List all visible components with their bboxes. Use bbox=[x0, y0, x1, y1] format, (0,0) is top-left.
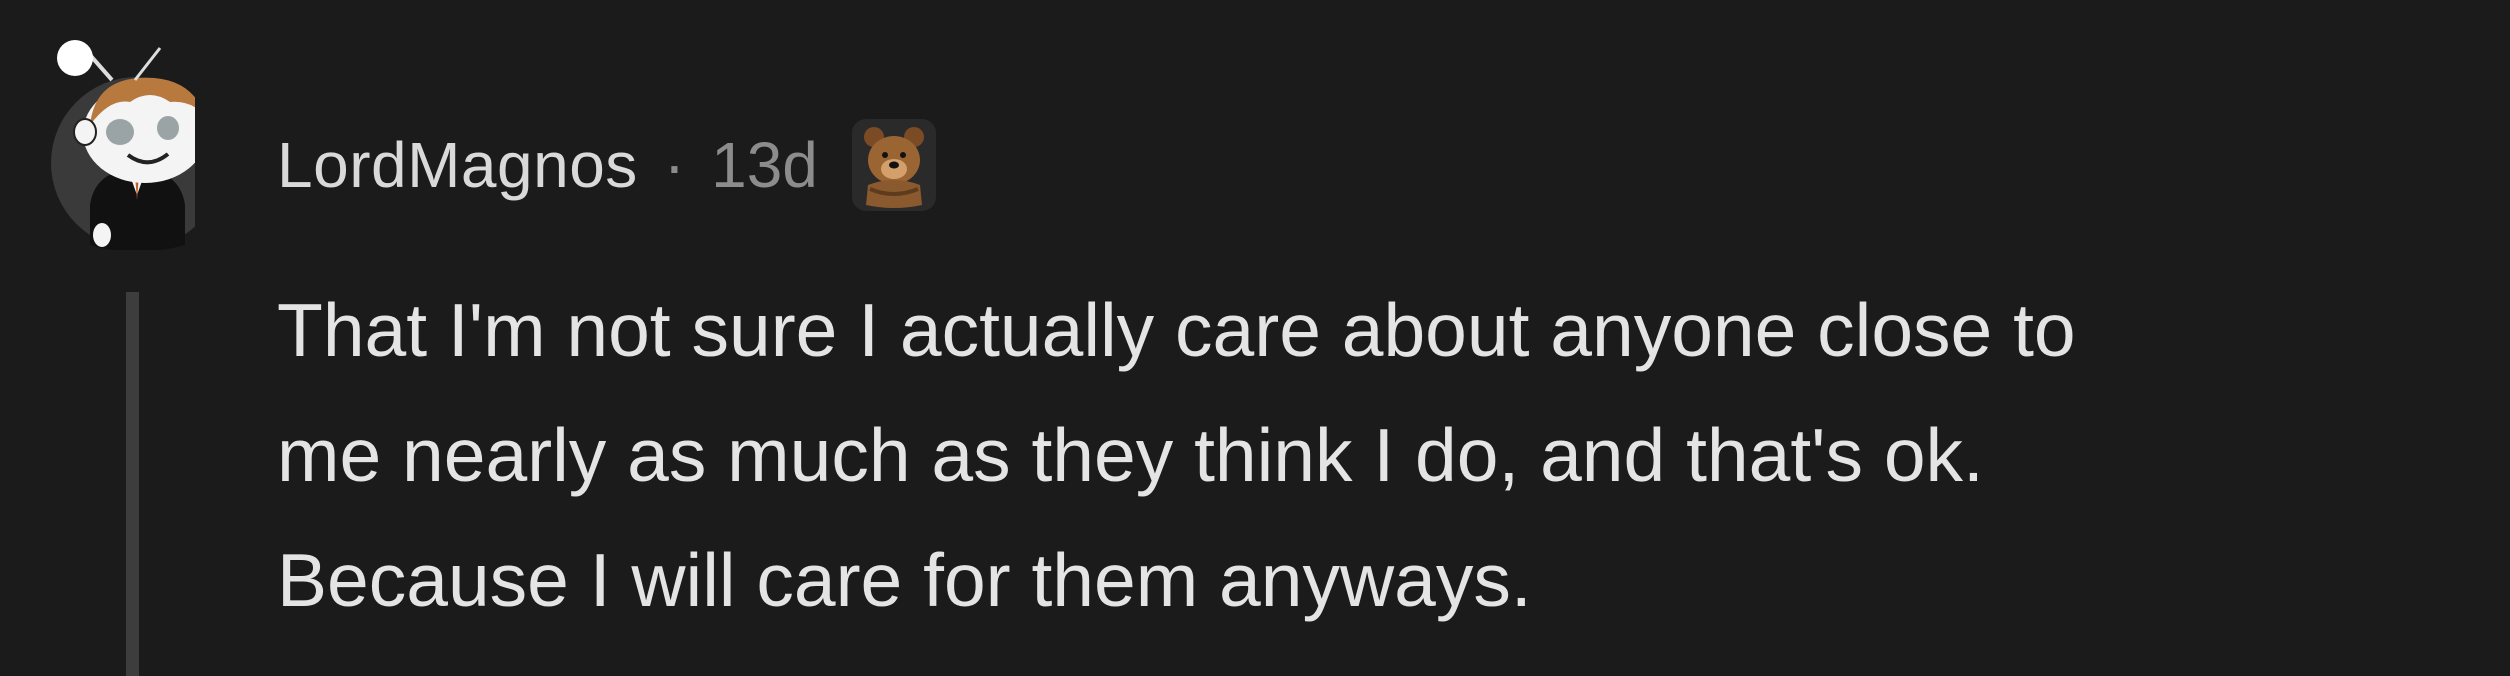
thread-collapse-line[interactable] bbox=[126, 292, 139, 676]
comment-body: That I'm not sure I actually care about … bbox=[277, 268, 2477, 643]
comment-body-line: me nearly as much as they think I do, an… bbox=[277, 413, 1984, 497]
meta-separator: · bbox=[663, 129, 686, 201]
author-username[interactable]: LordMagnos bbox=[277, 128, 638, 202]
bear-flair-icon bbox=[851, 119, 936, 211]
comment-header: LordMagnos · 13d bbox=[277, 119, 938, 211]
comment-age[interactable]: 13d bbox=[711, 128, 818, 202]
comment: LordMagnos · 13d That I'm not sure I act… bbox=[0, 0, 2510, 676]
snoo-avatar-icon[interactable] bbox=[50, 30, 195, 250]
comment-body-line: That I'm not sure I actually care about … bbox=[277, 288, 2076, 372]
comment-body-line: Because I will care for them anyways. bbox=[277, 538, 1532, 622]
